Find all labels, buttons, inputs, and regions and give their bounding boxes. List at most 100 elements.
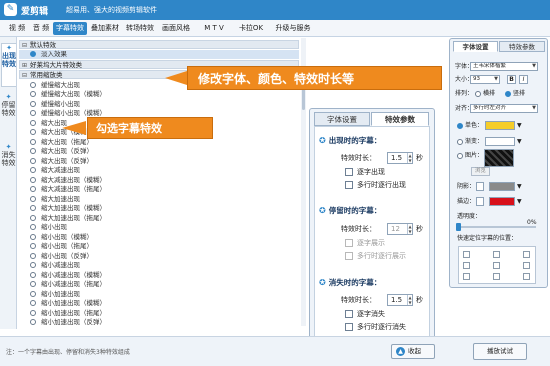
tab-effect-params-right[interactable]: 特效参数: [499, 41, 545, 52]
menu-karaoke[interactable]: 卡拉OK: [234, 22, 268, 35]
tab-effect-params[interactable]: 特效参数: [371, 112, 429, 126]
fill-single-radio[interactable]: [457, 123, 463, 129]
position-cell[interactable]: [523, 262, 530, 269]
collapse-icon[interactable]: ⊟: [22, 41, 27, 50]
stay-line-by-line-checkbox[interactable]: 多行时逐行展示: [345, 251, 406, 261]
radio-icon[interactable]: [30, 158, 36, 164]
tree-item[interactable]: 缩小加速出现（拖尾）: [19, 309, 299, 318]
tree-group-default[interactable]: ⊟ 默认特效: [19, 40, 299, 49]
radio-icon[interactable]: [30, 129, 36, 135]
tree-item[interactable]: 缩小加速出现（反弹）: [19, 318, 299, 326]
menu-overlay[interactable]: 叠加素材: [88, 22, 122, 35]
tree-item[interactable]: 缓慢缩大出现（模糊）: [19, 90, 299, 99]
chevron-down-icon[interactable]: ▼: [517, 137, 522, 146]
position-cell[interactable]: [523, 273, 530, 280]
radio-icon[interactable]: [30, 243, 36, 249]
tree-item[interactable]: 缩大加速出现（模糊）: [19, 204, 299, 213]
position-cell[interactable]: [493, 251, 500, 258]
radio-icon[interactable]: [30, 139, 36, 145]
chevron-down-icon[interactable]: ▼: [517, 197, 522, 206]
tree-item[interactable]: 缩小出现（模糊）: [19, 233, 299, 242]
menu-subtitle-effects[interactable]: 字幕特效: [53, 22, 87, 35]
fill-gradient-radio[interactable]: [457, 139, 463, 145]
stay-char-by-char-checkbox[interactable]: 逐字展示: [345, 238, 385, 248]
disappear-duration-input[interactable]: 1.5 ▲ ▼: [387, 294, 413, 306]
position-cell[interactable]: [463, 273, 470, 280]
appear-char-by-char-checkbox[interactable]: 逐字出现: [345, 167, 385, 177]
tree-item[interactable]: 缩小出现（反弹）: [19, 252, 299, 261]
radio-icon[interactable]: [30, 91, 36, 97]
menu-upgrade[interactable]: 升级与服务: [271, 22, 315, 35]
appear-duration-input[interactable]: 1.5 ▲ ▼: [387, 152, 413, 164]
position-cell[interactable]: [523, 251, 530, 258]
menu-styles[interactable]: 画面风格: [158, 22, 194, 35]
size-select[interactable]: 93 ▼: [470, 75, 500, 84]
fill-image-radio[interactable]: [457, 153, 463, 159]
layout-horizontal-radio[interactable]: [475, 91, 481, 97]
tree-item[interactable]: 缩小减速出现（拖尾）: [19, 280, 299, 289]
opacity-slider-thumb[interactable]: [456, 223, 461, 231]
radio-icon[interactable]: [30, 234, 36, 240]
tab-font-settings[interactable]: 字体设置: [314, 112, 370, 126]
single-color-swatch[interactable]: [485, 121, 515, 130]
spin-icon[interactable]: ▲ ▼: [407, 153, 412, 163]
checkbox-icon[interactable]: [345, 168, 353, 176]
radio-icon[interactable]: [30, 148, 36, 154]
tree-item-fade-in[interactable]: 淡入效果: [19, 50, 299, 59]
chevron-down-icon[interactable]: ▼: [494, 76, 498, 83]
checkbox-icon[interactable]: [345, 239, 353, 247]
tree-item[interactable]: 缩大减速出现（模糊）: [19, 176, 299, 185]
spin-icon[interactable]: ▲ ▼: [407, 295, 412, 305]
expand-icon[interactable]: ⊞: [22, 61, 27, 70]
appear-line-by-line-checkbox[interactable]: 多行时逐行出现: [345, 180, 406, 190]
font-select[interactable]: 王韦宋体楷繁 ▼: [470, 62, 538, 71]
radio-icon[interactable]: [30, 310, 36, 316]
gradient-color-swatch[interactable]: [485, 137, 515, 146]
radio-icon[interactable]: [30, 167, 36, 173]
bold-button[interactable]: B: [507, 75, 516, 84]
menu-audio[interactable]: 音 频: [30, 22, 52, 35]
spin-icon[interactable]: ▲ ▼: [407, 224, 412, 234]
chevron-down-icon[interactable]: ▼: [517, 182, 522, 191]
chevron-down-icon[interactable]: ▼: [517, 121, 522, 130]
checkbox-icon[interactable]: [345, 310, 353, 318]
checkbox-icon[interactable]: [345, 323, 353, 331]
radio-icon[interactable]: [30, 101, 36, 107]
tree-item[interactable]: 缩小出现: [19, 223, 299, 232]
layout-vertical-radio[interactable]: [505, 91, 511, 97]
stroke-size-box[interactable]: [476, 197, 484, 206]
browse-button[interactable]: 浏览: [471, 167, 490, 176]
radio-icon[interactable]: [30, 224, 36, 230]
chevron-down-icon[interactable]: ▼: [532, 63, 536, 70]
disappear-char-by-char-checkbox[interactable]: 逐字消失: [345, 309, 385, 319]
collapse-button[interactable]: ▲ 收起: [391, 344, 435, 359]
shadow-size-box[interactable]: [476, 182, 484, 191]
tab-disappear-effects[interactable]: ✦ 消失特效: [1, 143, 16, 187]
tree-item[interactable]: 缩大加速出现（拖尾）: [19, 214, 299, 223]
tree-item[interactable]: 缩小加速出现: [19, 290, 299, 299]
disappear-line-by-line-checkbox[interactable]: 多行时逐行消失: [345, 322, 406, 332]
radio-icon[interactable]: [30, 281, 36, 287]
radio-icon[interactable]: [30, 272, 36, 278]
tree-item[interactable]: 缩大减速出现（拖尾）: [19, 185, 299, 194]
tree-item[interactable]: 缩大加速出现: [19, 195, 299, 204]
radio-icon[interactable]: [30, 120, 36, 126]
radio-icon[interactable]: [30, 196, 36, 202]
tab-stay-effects[interactable]: ✦ 停留特效: [1, 93, 16, 137]
shadow-color-swatch[interactable]: [489, 182, 515, 191]
tree-item[interactable]: 缩小减速出现: [19, 261, 299, 270]
radio-icon[interactable]: [30, 177, 36, 183]
checkbox-icon[interactable]: [345, 181, 353, 189]
radio-icon[interactable]: [30, 205, 36, 211]
tree-item[interactable]: 缩小减速出现（模糊）: [19, 271, 299, 280]
tree-item[interactable]: 缓慢缩小出现: [19, 100, 299, 109]
radio-icon[interactable]: [30, 215, 36, 221]
tree-item[interactable]: 缩小出现（拖尾）: [19, 242, 299, 251]
radio-icon[interactable]: [30, 186, 36, 192]
tree-item[interactable]: 缩大出现（反弹）: [19, 157, 299, 166]
radio-icon[interactable]: [30, 291, 36, 297]
position-cell[interactable]: [463, 262, 470, 269]
tree-item[interactable]: 缩小加速出现（模糊）: [19, 299, 299, 308]
radio-icon[interactable]: [30, 82, 36, 88]
align-select[interactable]: 多行时左对齐 ▼: [470, 104, 538, 113]
